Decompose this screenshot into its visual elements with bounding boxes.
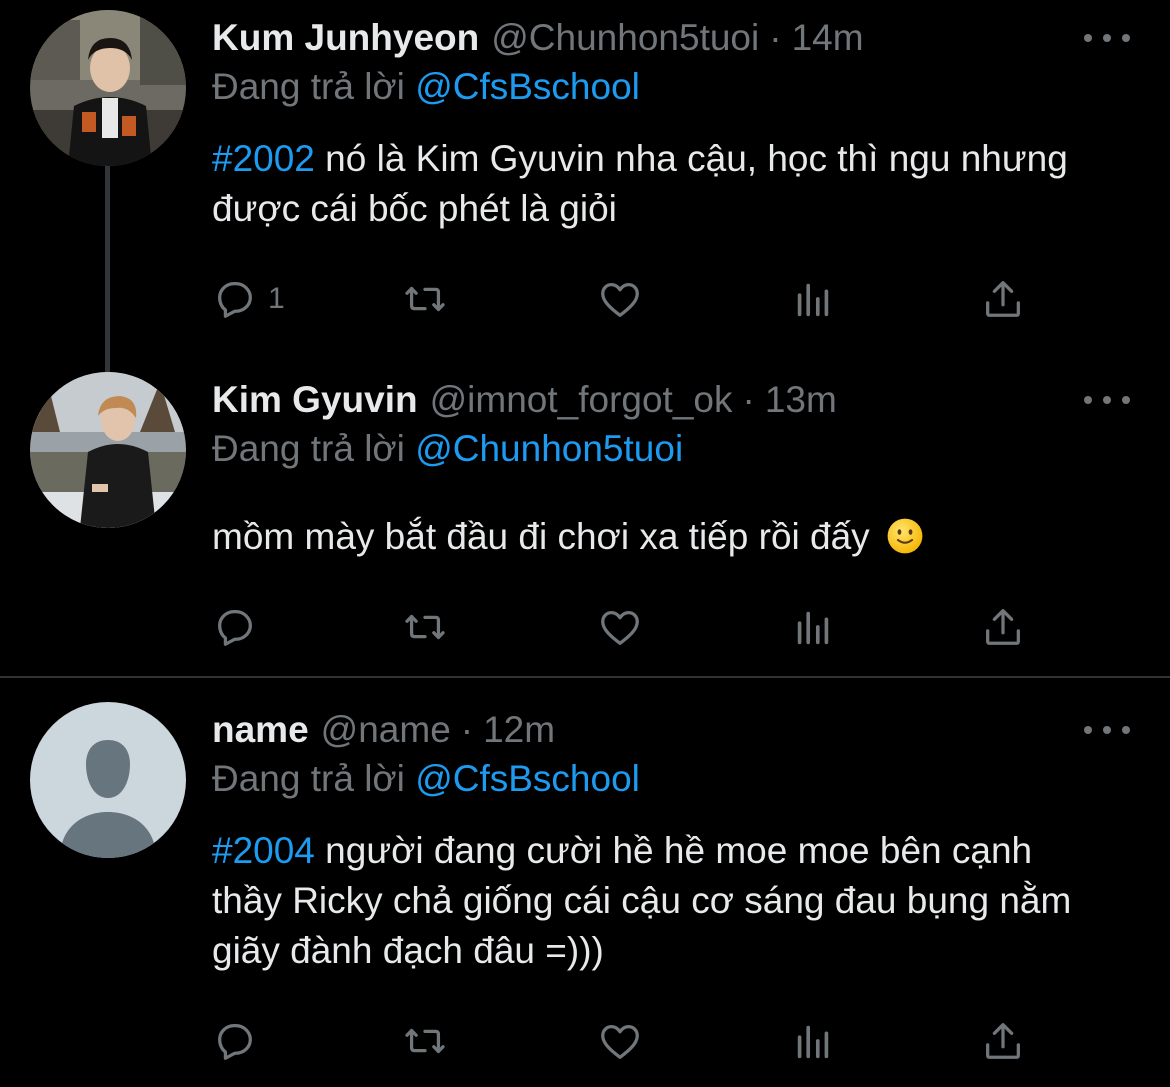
hashtag-link[interactable]: #2002 — [212, 138, 315, 179]
tweet-body: người đang cười hề hề moe moe bên cạnh t… — [212, 830, 1072, 971]
tweet-text: mồm mày bắt đầu đi chơi xa tiếp rồi đấy — [212, 512, 1112, 562]
like-button[interactable] — [597, 602, 643, 652]
reply-button[interactable]: 1 — [212, 274, 285, 324]
display-name[interactable]: Kum Junhyeon — [212, 17, 479, 59]
user-handle[interactable]: @name — [321, 709, 451, 751]
more-dots-icon[interactable] — [1084, 28, 1130, 48]
user-handle[interactable]: @imnot_forgot_ok — [430, 379, 733, 421]
like-icon — [601, 610, 639, 645]
like-button[interactable] — [597, 274, 643, 324]
tweet-text: #2004 người đang cười hề hề moe moe bên … — [212, 826, 1092, 976]
retweet-button[interactable] — [402, 1016, 448, 1066]
mention-link[interactable]: @CfsBschool — [415, 758, 640, 799]
slightly-smiling-face-icon — [887, 518, 923, 554]
replying-to: Đang trả lời @CfsBschool — [212, 758, 640, 800]
reply-count: 1 — [268, 282, 285, 315]
share-button[interactable] — [980, 602, 1026, 652]
analytics-button[interactable] — [790, 1016, 836, 1066]
tweet-text: #2002 nó là Kim Gyuvin nha cậu, học thì … — [212, 134, 1112, 234]
separator-dot: · — [769, 17, 782, 58]
mention-link[interactable]: @Chunhon5tuoi — [415, 428, 683, 469]
separator-dot: · — [742, 379, 755, 420]
analytics-button[interactable] — [790, 274, 836, 324]
timestamp[interactable]: 12m — [483, 709, 555, 751]
analytics-icon — [797, 1025, 829, 1059]
action-bar — [212, 1016, 1042, 1066]
analytics-button[interactable] — [790, 602, 836, 652]
reply-icon — [218, 282, 252, 318]
tweet[interactable]: name @name · 12m Đang trả lời @CfsBschoo… — [0, 680, 1170, 1087]
like-icon — [601, 1024, 639, 1059]
share-icon — [986, 1023, 1020, 1059]
divider — [0, 676, 1170, 678]
share-icon — [986, 281, 1020, 317]
reply-icon — [218, 1024, 252, 1060]
analytics-icon — [797, 611, 829, 645]
retweet-icon — [405, 1028, 445, 1054]
more-dots-icon[interactable] — [1084, 390, 1130, 410]
avatar[interactable] — [30, 10, 186, 166]
analytics-icon — [797, 283, 829, 317]
action-bar — [212, 602, 1042, 652]
thread-connector-line — [105, 160, 110, 372]
mention-link[interactable]: @CfsBschool — [415, 66, 640, 107]
reply-icon — [218, 610, 252, 646]
reply-button[interactable] — [212, 602, 268, 652]
share-button[interactable] — [980, 274, 1026, 324]
replying-to-label: Đang trả lời — [212, 758, 405, 799]
tweet-body: nó là Kim Gyuvin nha cậu, học thì ngu nh… — [212, 138, 1068, 229]
display-name[interactable]: name — [212, 709, 309, 751]
hashtag-link[interactable]: #2004 — [212, 830, 315, 871]
avatar[interactable] — [30, 702, 186, 858]
timestamp[interactable]: 14m — [792, 17, 864, 59]
timestamp[interactable]: 13m — [765, 379, 837, 421]
tweet[interactable]: Kim Gyuvin @imnot_forgot_ok · 13m Đang t… — [0, 360, 1170, 676]
replying-to-label: Đang trả lời — [212, 66, 405, 107]
tweet[interactable]: Kum Junhyeon @Chunhon5tuoi · 14m Đang tr… — [0, 0, 1170, 372]
display-name[interactable]: Kim Gyuvin — [212, 379, 418, 421]
default-profile-avatar — [30, 702, 186, 858]
share-button[interactable] — [980, 1016, 1026, 1066]
tweet-body: mồm mày bắt đầu đi chơi xa tiếp rồi đấy — [212, 516, 870, 557]
user-handle[interactable]: @Chunhon5tuoi — [491, 17, 759, 59]
separator-dot: · — [460, 709, 474, 750]
like-icon — [601, 282, 639, 317]
share-icon — [986, 609, 1020, 645]
replying-to-label: Đang trả lời — [212, 428, 405, 469]
avatar[interactable] — [30, 372, 186, 528]
retweet-button[interactable] — [402, 602, 448, 652]
replying-to: Đang trả lời @CfsBschool — [212, 66, 640, 108]
retweet-icon — [405, 286, 445, 312]
reply-button[interactable] — [212, 1016, 268, 1066]
more-dots-icon[interactable] — [1084, 720, 1130, 740]
replying-to: Đang trả lời @Chunhon5tuoi — [212, 428, 683, 470]
action-bar: 1 — [212, 274, 1042, 324]
retweet-icon — [405, 614, 445, 640]
retweet-button[interactable] — [402, 274, 448, 324]
like-button[interactable] — [597, 1016, 643, 1066]
